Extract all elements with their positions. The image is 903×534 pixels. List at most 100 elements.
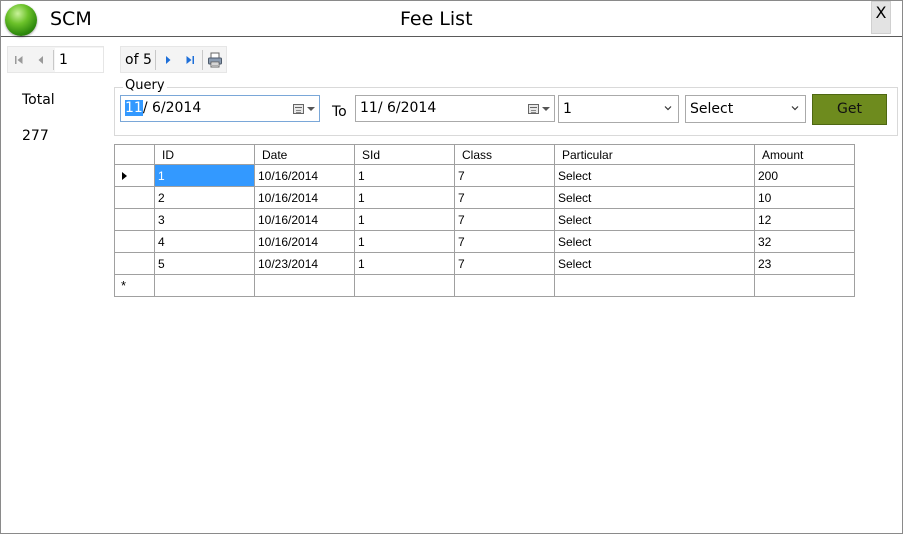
calendar-icon: [528, 103, 539, 114]
to-date-picker[interactable]: 11/ 6/2014: [355, 95, 555, 122]
record-count-label: of 5: [125, 51, 152, 68]
from-date-dropdown[interactable]: [293, 102, 315, 115]
class-select[interactable]: 1: [558, 95, 679, 123]
particular-select[interactable]: Select: [685, 95, 806, 123]
print-button[interactable]: [204, 48, 226, 72]
table-cell[interactable]: 10/23/2014: [254, 252, 355, 275]
last-icon: [186, 55, 194, 64]
calendar-icon: [293, 103, 304, 114]
column-header-amount[interactable]: Amount: [754, 144, 855, 165]
column-header-particular[interactable]: Particular: [554, 144, 755, 165]
binding-navigator: 1 of 5: [7, 46, 227, 73]
table-cell[interactable]: 10/16/2014: [254, 230, 355, 253]
table-cell[interactable]: 1: [354, 252, 455, 275]
chevron-down-icon: [791, 106, 799, 111]
column-header-class[interactable]: Class: [454, 144, 555, 165]
from-date-picker[interactable]: 11/ 6/2014: [120, 95, 320, 122]
to-date-value: 11/ 6/2014: [360, 100, 437, 116]
table-cell[interactable]: 10: [754, 186, 855, 209]
chevron-down-icon: [664, 106, 672, 111]
table-cell[interactable]: Select: [554, 230, 755, 253]
table-cell[interactable]: 2: [154, 186, 255, 209]
nav-separator: [154, 49, 156, 70]
row-header[interactable]: [114, 230, 155, 253]
move-previous-button[interactable]: [30, 48, 52, 72]
table-cell[interactable]: 1: [154, 164, 255, 187]
table-cell[interactable]: 1: [354, 164, 455, 187]
table-cell[interactable]: 200: [754, 164, 855, 187]
table-cell[interactable]: [454, 274, 555, 297]
table-row[interactable]: 2 10/16/2014 1 7 Select 10: [114, 186, 855, 209]
table-cell[interactable]: 12: [754, 208, 855, 231]
table-cell[interactable]: Select: [554, 164, 755, 187]
row-header-corner: [114, 144, 155, 165]
table-cell[interactable]: [354, 274, 455, 297]
window-title: Fee List: [400, 8, 473, 30]
table-cell[interactable]: 7: [454, 230, 555, 253]
table-cell[interactable]: 1: [354, 230, 455, 253]
nav-separator: [53, 49, 54, 70]
from-date-rest: / 6/2014: [142, 100, 202, 116]
print-icon: [207, 52, 222, 67]
particular-select-value: Select: [690, 101, 734, 117]
table-cell[interactable]: 23: [754, 252, 855, 275]
row-header[interactable]: [114, 252, 155, 275]
table-cell[interactable]: [754, 274, 855, 297]
total-value: 277: [22, 128, 49, 144]
row-header[interactable]: [114, 186, 155, 209]
current-row-arrow-icon: [122, 172, 127, 181]
row-header[interactable]: *: [114, 274, 155, 297]
move-first-button[interactable]: [8, 48, 30, 72]
table-cell[interactable]: Select: [554, 252, 755, 275]
title-bar: SCM Fee List X: [1, 1, 902, 37]
table-cell[interactable]: 7: [454, 186, 555, 209]
previous-icon: [38, 55, 43, 64]
close-button[interactable]: X: [871, 1, 891, 34]
table-cell[interactable]: 32: [754, 230, 855, 253]
from-date-month-segment[interactable]: 11: [125, 100, 143, 116]
nav-group-right: of 5: [120, 46, 227, 73]
column-header-id[interactable]: ID: [154, 144, 255, 165]
total-label: Total: [22, 92, 55, 108]
table-cell[interactable]: [554, 274, 755, 297]
dropdown-caret-icon: [542, 106, 550, 111]
column-header-sid[interactable]: SId: [354, 144, 455, 165]
to-label: To: [332, 104, 347, 120]
move-next-button[interactable]: [157, 48, 179, 72]
grid-header-row: ID Date SId Class Particular Amount: [114, 144, 855, 165]
first-icon: [15, 55, 23, 64]
table-cell[interactable]: 10/16/2014: [254, 208, 355, 231]
table-cell[interactable]: 7: [454, 208, 555, 231]
table-cell[interactable]: Select: [554, 208, 755, 231]
dropdown-caret-icon: [307, 106, 315, 111]
table-row[interactable]: 4 10/16/2014 1 7 Select 32: [114, 230, 855, 253]
new-row-star-icon: *: [121, 278, 127, 294]
table-cell[interactable]: 10/16/2014: [254, 164, 355, 187]
fee-list-window: SCM Fee List X 1 of 5 Total 277 Query 11…: [0, 0, 903, 534]
table-row[interactable]: 1 10/16/2014 1 7 Select 200: [114, 164, 855, 187]
table-cell[interactable]: Select: [554, 186, 755, 209]
position-input[interactable]: 1: [55, 47, 103, 72]
row-header[interactable]: [114, 164, 155, 187]
table-row[interactable]: 5 10/23/2014 1 7 Select 23: [114, 252, 855, 275]
table-cell[interactable]: 7: [454, 164, 555, 187]
table-cell[interactable]: 10/16/2014: [254, 186, 355, 209]
row-header[interactable]: [114, 208, 155, 231]
query-legend: Query: [123, 78, 167, 93]
table-cell[interactable]: 7: [454, 252, 555, 275]
table-cell[interactable]: 1: [354, 208, 455, 231]
to-date-dropdown[interactable]: [528, 102, 550, 115]
table-cell[interactable]: 5: [154, 252, 255, 275]
table-cell[interactable]: [254, 274, 355, 297]
table-row[interactable]: 3 10/16/2014 1 7 Select 12: [114, 208, 855, 231]
new-row[interactable]: *: [114, 274, 855, 297]
table-cell[interactable]: 1: [354, 186, 455, 209]
move-last-button[interactable]: [179, 48, 201, 72]
table-cell[interactable]: [154, 274, 255, 297]
get-button[interactable]: Get: [812, 94, 887, 125]
column-header-date[interactable]: Date: [254, 144, 355, 165]
table-cell[interactable]: 4: [154, 230, 255, 253]
next-icon: [165, 55, 171, 64]
app-name: SCM: [50, 8, 92, 30]
table-cell[interactable]: 3: [154, 208, 255, 231]
